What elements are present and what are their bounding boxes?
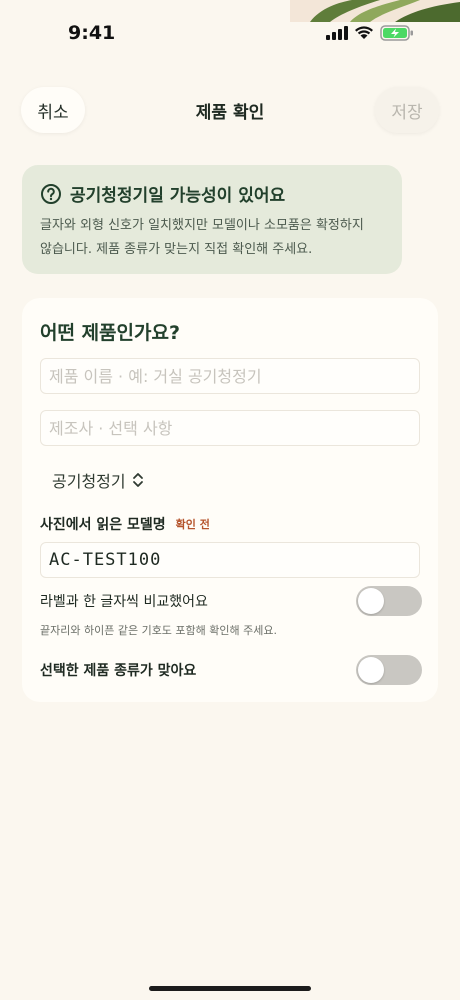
manufacturer-input[interactable] — [40, 410, 420, 446]
category-confirm-row: 선택한 제품 종류가 맞아요 — [40, 655, 422, 685]
compare-toggle[interactable] — [356, 586, 422, 616]
status-icons — [326, 25, 414, 41]
status-bar: 9:41 — [0, 0, 460, 60]
wifi-icon — [355, 26, 373, 39]
notice-card: 공기청정기일 가능성이 있어요 글자와 외형 신호가 일치했지만 모델이나 소모… — [22, 165, 402, 274]
home-indicator — [149, 986, 311, 991]
status-badge: 확인 전 — [175, 518, 210, 531]
compare-label: 라벨과 한 글자씩 비교했어요 — [40, 594, 208, 610]
save-label: 저장 — [391, 102, 423, 123]
status-time: 9:41 — [68, 22, 116, 44]
notice-header: 공기청정기일 가능성이 있어요 — [40, 181, 384, 206]
model-section-label: 사진에서 읽은 모델명 확인 전 — [40, 514, 210, 534]
product-name-input[interactable] — [40, 358, 420, 394]
toggle-knob — [358, 657, 384, 683]
toggle-knob — [358, 588, 384, 614]
form-title: 어떤 제품인가요? — [40, 322, 180, 344]
category-confirm-toggle[interactable] — [356, 655, 422, 685]
category-value: 공기청정기 — [52, 472, 126, 491]
notice-body: 글자와 외형 신호가 일치했지만 모델이나 소모품은 확정하지 않습니다. 제품… — [40, 214, 384, 262]
compare-hint: 끝자리와 하이픈 같은 기호도 포함해 확인해 주세요. — [40, 624, 277, 637]
model-number-input[interactable] — [40, 542, 420, 578]
model-label: 사진에서 읽은 모델명 — [40, 517, 166, 533]
notice-line-2: 않습니다. 제품 종류가 맞는지 직접 확인해 주세요. — [40, 242, 313, 257]
category-select[interactable]: 공기청정기 — [52, 468, 144, 492]
notice-line-1: 글자와 외형 신호가 일치했지만 모델이나 소모품은 확정하지 — [40, 218, 364, 233]
product-form-card: 어떤 제품인가요? 공기청정기 사진에서 읽은 모델명 확인 전 라벨과 한 글… — [22, 298, 438, 702]
question-icon — [41, 183, 61, 204]
compare-row: 라벨과 한 글자씩 비교했어요 — [40, 586, 422, 616]
notice-title: 공기청정기일 가능성이 있어요 — [70, 186, 286, 206]
category-confirm-label: 선택한 제품 종류가 맞아요 — [40, 663, 197, 679]
signal-icon — [326, 26, 348, 40]
chevron-up-down-icon — [132, 473, 143, 487]
save-button[interactable]: 저장 — [375, 87, 439, 133]
battery-icon — [380, 25, 413, 41]
